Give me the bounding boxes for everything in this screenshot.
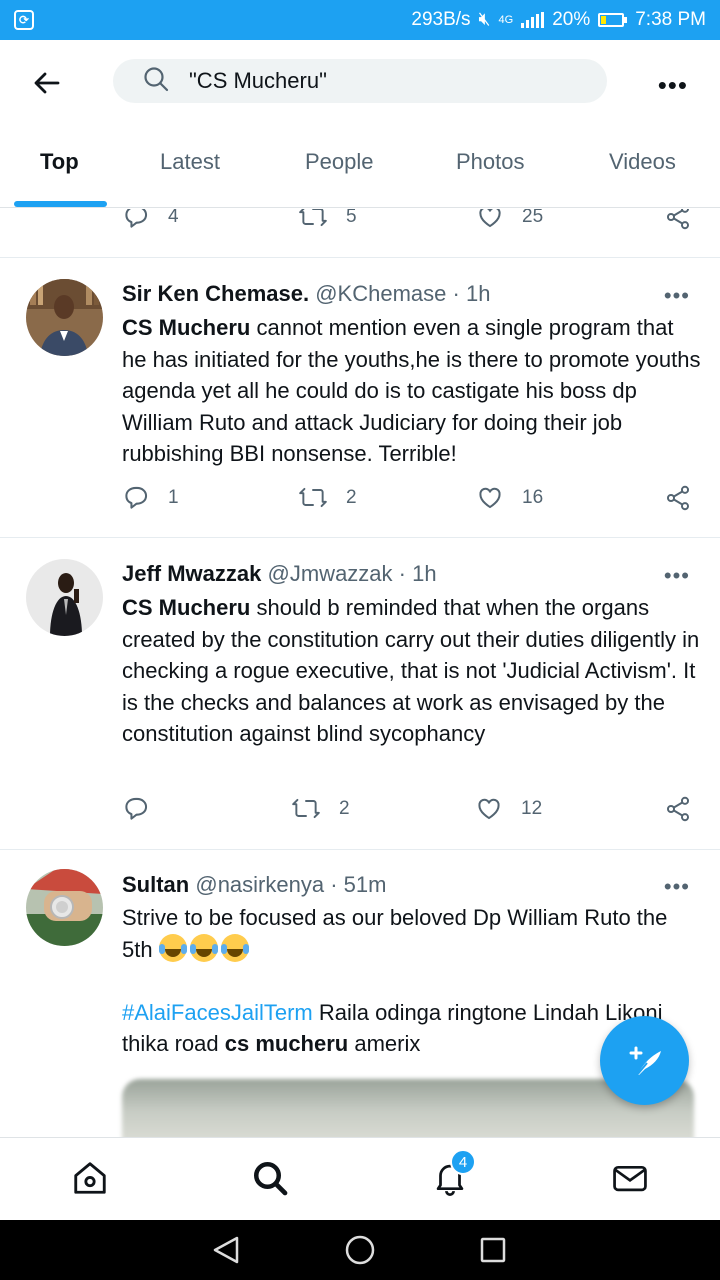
tweet-more-icon[interactable]: ••• — [664, 874, 690, 900]
tab-videos[interactable]: Videos — [609, 149, 676, 175]
author-name[interactable]: Sir Ken Chemase. — [122, 281, 309, 306]
more-options-icon[interactable]: ••• — [658, 70, 688, 101]
search-nav-icon[interactable] — [248, 1156, 292, 1200]
share-icon — [666, 209, 690, 230]
network-type: 4G — [498, 14, 514, 26]
retweet-count: 2 — [339, 797, 350, 819]
tweet-body-end: amerix — [348, 1031, 421, 1056]
search-input[interactable]: "CS Mucheru" — [113, 59, 607, 103]
tweet-text: CS Mucheru cannot mention even a single … — [122, 312, 702, 470]
tweet-time: 1h — [465, 281, 491, 306]
like-count: 16 — [522, 486, 544, 508]
signal-icon — [521, 12, 545, 28]
compose-feather-icon — [629, 1046, 661, 1076]
avatar[interactable] — [26, 559, 103, 636]
active-tab-indicator — [14, 201, 107, 207]
battery-percent: 20% — [552, 9, 591, 30]
messages-mail-icon[interactable] — [608, 1156, 652, 1200]
tweet-item[interactable]: Sir Ken Chemase. @KChemase · 1h ••• CS M… — [0, 258, 720, 538]
reply-icon — [125, 209, 148, 228]
hashtag-link[interactable]: #AlaiFacesJailTerm — [122, 1000, 313, 1025]
tweet-header: Jeff Mwazzak @Jmwazzak · 1h — [122, 561, 437, 586]
author-name[interactable]: Sultan — [122, 872, 189, 897]
like-button[interactable]: 12 — [475, 795, 542, 822]
heart-icon — [479, 487, 501, 509]
reply-count: 1 — [168, 486, 179, 508]
status-bar: ⟳ 293B/s 🔇︎ 4G 20% 7:38 PM — [0, 0, 720, 40]
share-icon — [666, 485, 690, 511]
reply-icon — [125, 797, 148, 820]
laughing-emoji-icon — [158, 933, 252, 962]
retweet-button[interactable]: 2 — [291, 795, 350, 822]
compose-tweet-button[interactable] — [600, 1016, 689, 1105]
retweet-button[interactable]: 2 — [298, 484, 357, 511]
tweet-header: Sultan @nasirkenya · 51m — [122, 872, 387, 897]
like-count: 25 — [522, 209, 544, 227]
tweet-media-image[interactable] — [122, 1079, 694, 1137]
back-arrow-icon[interactable] — [32, 68, 62, 98]
like-button[interactable]: 25 — [476, 209, 543, 230]
reply-button[interactable]: 1 — [123, 484, 179, 511]
author-name[interactable]: Jeff Mwazzak — [122, 561, 261, 586]
author-handle[interactable]: @Jmwazzak — [268, 561, 393, 586]
clock: 7:38 PM — [635, 9, 706, 30]
tweet-actions: 4 5 25 — [0, 209, 720, 243]
search-tabs: Top Latest People Photos Videos — [0, 125, 720, 208]
retweet-icon — [292, 798, 320, 819]
tweet-actions: 1 2 16 — [0, 484, 720, 524]
tab-photos[interactable]: Photos — [456, 149, 525, 175]
share-button[interactable] — [664, 209, 692, 231]
tweet-time: 1h — [412, 561, 437, 586]
share-button[interactable] — [664, 484, 692, 512]
tab-latest[interactable]: Latest — [160, 149, 220, 175]
like-button[interactable]: 16 — [476, 484, 543, 511]
mute-icon: 🔇︎ — [478, 9, 491, 30]
author-handle[interactable]: @nasirkenya — [195, 872, 324, 897]
tweet-item[interactable]: Jeff Mwazzak @Jmwazzak · 1h ••• CS Muche… — [0, 538, 720, 849]
app-notification-icon: ⟳ — [14, 10, 34, 30]
tab-top[interactable]: Top — [40, 149, 79, 175]
heart-icon — [479, 209, 501, 228]
network-speed: 293B/s — [411, 9, 471, 30]
reply-button[interactable] — [123, 795, 168, 822]
battery-icon — [598, 13, 628, 27]
reply-icon — [125, 486, 148, 509]
bottom-navigation — [0, 1137, 720, 1220]
search-query: "CS Mucheru" — [189, 68, 327, 93]
tweet-more-icon[interactable]: ••• — [664, 283, 690, 309]
tweet-actions: 2 12 — [0, 795, 720, 835]
tweet-time: 51m — [343, 872, 387, 897]
system-home-icon[interactable] — [345, 1235, 375, 1265]
home-icon[interactable] — [68, 1156, 112, 1200]
search-icon — [143, 66, 169, 97]
retweet-count: 5 — [346, 209, 357, 227]
reply-button[interactable]: 4 — [123, 209, 179, 230]
system-recents-icon[interactable] — [480, 1237, 506, 1263]
search-highlight: CS Mucheru — [122, 595, 251, 620]
tweet-text: CS Mucheru should b reminded that when t… — [122, 592, 702, 750]
tweet-header: Sir Ken Chemase. @KChemase · 1h — [122, 281, 491, 306]
search-highlight: cs mucheru — [224, 1031, 349, 1056]
retweet-icon — [299, 209, 327, 227]
retweet-button[interactable]: 5 — [298, 209, 357, 230]
notification-badge: 4 — [450, 1149, 476, 1175]
share-button[interactable] — [664, 795, 692, 823]
system-back-icon[interactable] — [213, 1236, 239, 1264]
tab-people[interactable]: People — [305, 149, 374, 175]
search-header: "CS Mucheru" ••• — [0, 40, 720, 125]
system-navigation-bar — [0, 1220, 720, 1280]
reply-count: 4 — [168, 209, 179, 227]
like-count: 12 — [521, 797, 543, 819]
avatar[interactable] — [26, 869, 103, 946]
retweet-count: 2 — [346, 486, 357, 508]
heart-icon — [478, 798, 500, 820]
tweet-more-icon[interactable]: ••• — [664, 563, 690, 589]
retweet-icon — [299, 487, 327, 508]
author-handle[interactable]: @KChemase — [315, 281, 446, 306]
tweet-feed[interactable]: 4 5 25 Sir Ken Chemase. @KChemase · 1h •… — [0, 209, 720, 1137]
search-highlight: CS Mucheru — [122, 315, 251, 340]
share-icon — [666, 796, 690, 822]
avatar[interactable] — [26, 279, 103, 356]
